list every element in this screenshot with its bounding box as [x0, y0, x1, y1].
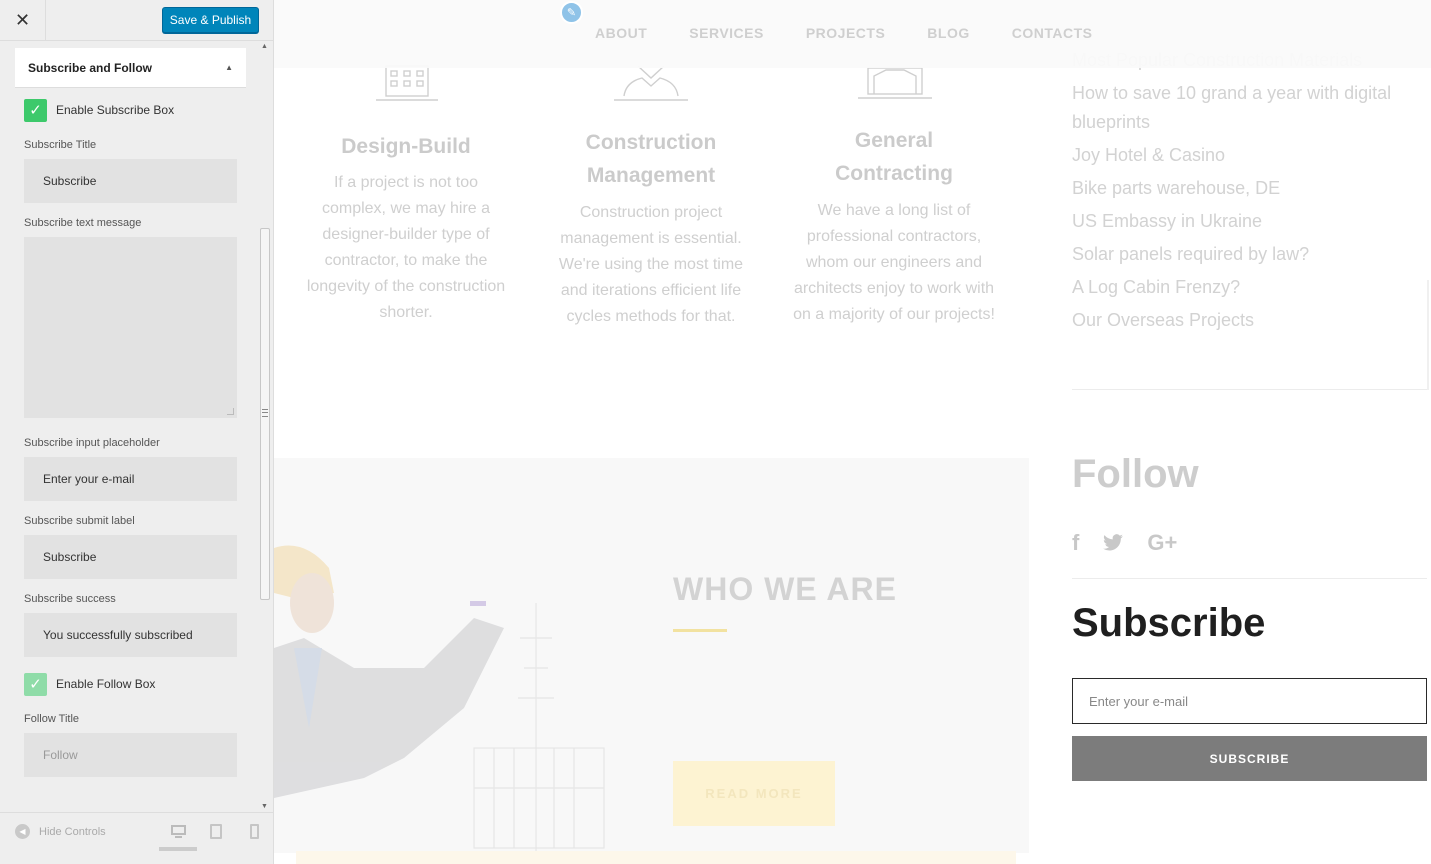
recent-post-link[interactable]: Joy Hotel & Casino	[1072, 141, 1428, 170]
subscribe-email-input[interactable]: Enter your e-mail	[1072, 678, 1427, 724]
divider	[1072, 389, 1427, 390]
enable-subscribe-label: Enable Subscribe Box	[56, 103, 175, 117]
subscribe-title: Subscribe	[1072, 601, 1266, 645]
active-device-indicator	[159, 847, 197, 851]
submit-label-label: Subscribe submit label	[24, 515, 135, 527]
service-title-construction-management: Construction Management	[585, 131, 717, 187]
save-publish-button[interactable]: Save & Publish	[162, 7, 259, 33]
subscribe-text-textarea[interactable]	[24, 237, 237, 418]
customizer-sidebar: ✕ Save & Publish Subscribe and Follow ▲ …	[0, 0, 274, 864]
follow-title-label: Follow Title	[24, 713, 80, 725]
read-more-button[interactable]: READ MORE	[673, 761, 835, 826]
enable-subscribe-checkbox[interactable]: ✓	[24, 98, 47, 122]
tablet-icon[interactable]	[209, 824, 225, 840]
desktop-icon[interactable]	[171, 824, 187, 840]
section-title: Subscribe and Follow	[28, 60, 153, 75]
service-text-general-contracting: We have a long list of professional cont…	[793, 202, 995, 323]
customizer-panel: Subscribe and Follow ▲ ✓ Enable Subscrib…	[15, 48, 246, 812]
scroll-down-icon[interactable]: ▼	[258, 803, 271, 810]
service-text-design-build: If a project is not too complex, we may …	[306, 174, 506, 321]
nav-item-blog[interactable]: BLOG	[927, 25, 969, 41]
twitter-icon[interactable]	[1102, 534, 1124, 552]
facebook-icon[interactable]: f	[1072, 530, 1079, 556]
google-plus-icon[interactable]: G+	[1147, 530, 1177, 556]
site-preview: ABOUT SERVICES PROJECTS BLOG CONTACTS ✎ …	[274, 0, 1431, 864]
service-title-general-contracting: General Contracting	[835, 129, 953, 185]
customizer-footer: ◀ Hide Controls	[0, 812, 273, 864]
subscribe-button[interactable]: SUBSCRIBE	[1072, 736, 1427, 781]
divider	[1072, 578, 1427, 579]
footer-strip	[296, 851, 1016, 864]
enable-follow-row[interactable]: ✓ Enable Follow Box	[24, 671, 237, 697]
section-header[interactable]: Subscribe and Follow ▲	[15, 48, 246, 88]
nav-item-projects[interactable]: PROJECTS	[806, 25, 885, 41]
sidebar-scrollbar[interactable]: ▲ ▼	[258, 41, 271, 812]
scrollbar-thumb[interactable]	[260, 228, 270, 600]
success-input[interactable]: You successfully subscribed	[24, 613, 237, 657]
recent-post-link[interactable]: How to save 10 grand a year with digital…	[1072, 79, 1428, 137]
recent-posts-list: Most Popular Construction Materials How …	[1072, 46, 1428, 339]
recent-post-link[interactable]: US Embassy in Ukraine	[1072, 207, 1428, 236]
success-label: Subscribe success	[24, 593, 116, 605]
nav-item-about[interactable]: ABOUT	[595, 25, 647, 41]
recent-post-link[interactable]: Bike parts warehouse, DE	[1072, 174, 1428, 203]
enable-follow-label: Enable Follow Box	[56, 677, 156, 691]
subscribe-title-input[interactable]: Subscribe	[24, 159, 237, 203]
social-links: f G+	[1072, 530, 1200, 556]
nav-item-contacts[interactable]: CONTACTS	[1012, 25, 1093, 41]
service-text-construction-management: Construction project management is essen…	[558, 204, 744, 325]
hide-controls-label: Hide Controls	[39, 825, 106, 838]
about-section: WHO WE ARE READ MORE	[274, 458, 1029, 853]
section-body: ✓ Enable Subscribe Box Subscribe Title S…	[15, 88, 246, 812]
close-icon[interactable]: ✕	[0, 0, 46, 41]
follow-title-input[interactable]: Follow	[24, 733, 237, 777]
customizer-header: ✕ Save & Publish	[0, 0, 273, 41]
submit-label-input[interactable]: Subscribe	[24, 535, 237, 579]
follow-title: Follow	[1072, 452, 1199, 496]
title-accent	[673, 629, 727, 632]
resize-grip-icon[interactable]	[227, 408, 234, 415]
recent-post-link[interactable]: Our Overseas Projects	[1072, 306, 1428, 335]
placeholder-input[interactable]: Enter your e-mail	[24, 457, 237, 501]
placeholder-label: Subscribe input placeholder	[24, 437, 160, 449]
site-nav: ABOUT SERVICES PROJECTS BLOG CONTACTS	[274, 0, 1431, 68]
nav-menu: ABOUT SERVICES PROJECTS BLOG CONTACTS	[595, 25, 1134, 41]
hide-controls-button[interactable]: ◀ Hide Controls	[15, 824, 106, 839]
collapse-left-icon: ◀	[15, 824, 30, 839]
mobile-icon[interactable]	[249, 824, 265, 840]
recent-post-link[interactable]: A Log Cabin Frenzy?	[1072, 273, 1428, 302]
subscribe-title-label: Subscribe Title	[24, 139, 97, 151]
divider	[1427, 280, 1429, 390]
scroll-up-icon[interactable]: ▲	[258, 43, 271, 50]
enable-follow-checkbox[interactable]: ✓	[24, 672, 47, 696]
collapse-arrow-icon[interactable]: ▲	[225, 63, 233, 72]
service-title-design-build: Design-Build	[341, 135, 471, 158]
grip-icon	[262, 409, 268, 417]
subscribe-text-label: Subscribe text message	[24, 217, 142, 229]
recent-post-link[interactable]: Solar panels required by law?	[1072, 240, 1428, 269]
edit-shortcut-pencil-icon[interactable]: ✎	[560, 1, 583, 24]
enable-subscribe-row[interactable]: ✓ Enable Subscribe Box	[24, 97, 237, 123]
about-title: WHO WE ARE	[673, 571, 897, 607]
engineer-illustration	[274, 545, 605, 853]
nav-item-services[interactable]: SERVICES	[689, 25, 764, 41]
